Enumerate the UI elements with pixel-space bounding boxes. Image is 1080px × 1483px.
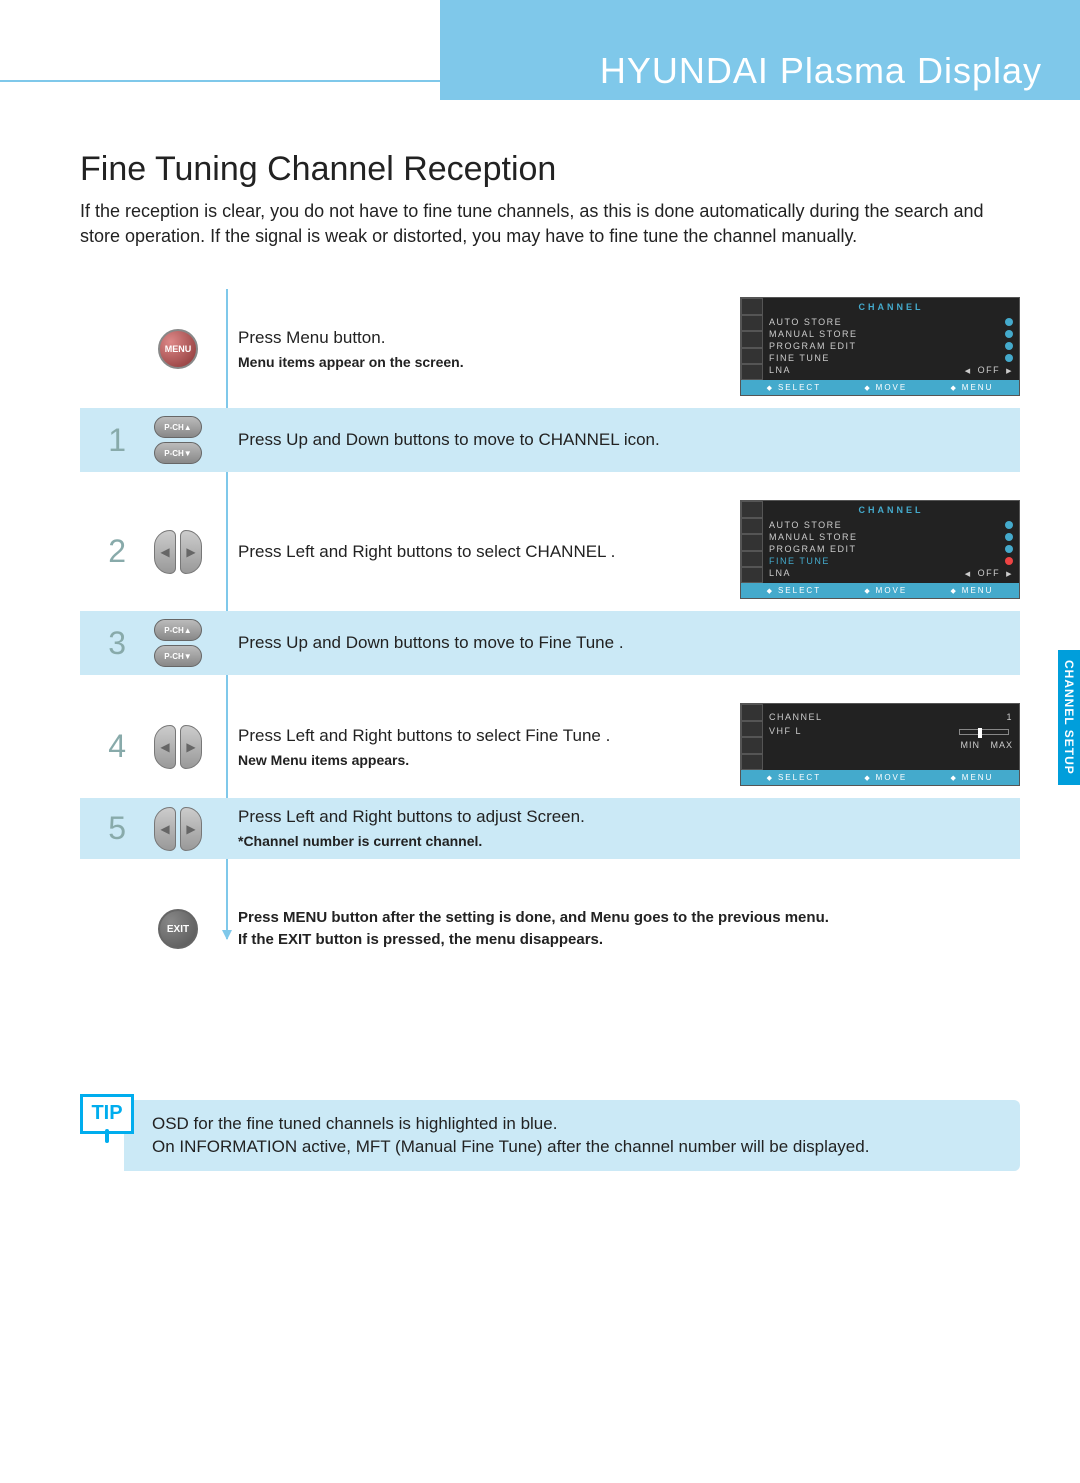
step-5-num: 5 xyxy=(80,810,138,847)
step-1-text: Press Up and Down buttons to move to CHA… xyxy=(218,429,730,451)
updown-buttons-icon: P-CH▲ P-CH▼ xyxy=(154,416,202,464)
step-5: 5 ◀▶ Press Left and Right buttons to adj… xyxy=(80,798,1020,858)
step-2-text: Press Left and Right buttons to select C… xyxy=(218,541,730,563)
leftright-buttons-icon-2: ◀▶ xyxy=(154,725,202,769)
osd3-channel-val: 1 xyxy=(1006,712,1013,722)
step-menu-text: Press Menu button. xyxy=(238,327,730,349)
exit-note-line1: Press MENU button after the setting is d… xyxy=(238,907,1020,930)
osd1-lna: LNA xyxy=(769,365,791,375)
osd3-channel-label: CHANNEL xyxy=(769,712,823,722)
steps-container: MENU Press Menu button. Menu items appea… xyxy=(80,289,1020,959)
header-band: HYUNDAI Plasma Display xyxy=(0,0,1080,100)
osd-panel-3: CHANNEL 1 VHF L MIN MAX SELECT MOVE MENU xyxy=(740,703,1020,786)
step-1-num: 1 xyxy=(80,422,138,459)
intro-paragraph: If the reception is clear, you do not ha… xyxy=(80,199,1020,249)
osd2-footer: SELECT MOVE MENU xyxy=(741,583,1019,598)
osd3-min: MIN xyxy=(960,740,980,750)
osd3-vhf: VHF L xyxy=(769,726,802,736)
step-1: 1 P-CH▲ P-CH▼ Press Up and Down buttons … xyxy=(80,408,1020,472)
step-3: 3 P-CH▲ P-CH▼ Press Up and Down buttons … xyxy=(80,611,1020,675)
osd-panel-2: CHANNEL AUTO STORE MANUAL STORE PROGRAM … xyxy=(740,500,1020,599)
updown-buttons-icon-2: P-CH▲ P-CH▼ xyxy=(154,619,202,667)
menu-button-icon: MENU xyxy=(158,329,198,369)
exit-note-line2: If the EXIT button is pressed, the menu … xyxy=(238,929,1020,952)
exit-note-row: EXIT Press MENU button after the setting… xyxy=(80,899,1020,960)
step-4-text: Press Left and Right buttons to select F… xyxy=(238,725,730,747)
osd-panel-1: CHANNEL AUTO STORE MANUAL STORE PROGRAM … xyxy=(740,297,1020,396)
tip-line2: On INFORMATION active, MFT (Manual Fine … xyxy=(152,1135,1002,1159)
osd3-max: MAX xyxy=(990,740,1013,750)
header-title: HYUNDAI Plasma Display xyxy=(600,50,1042,92)
osd1-auto: AUTO STORE xyxy=(769,317,842,327)
osd3-footer: SELECT MOVE MENU xyxy=(741,770,1019,785)
osd1-footer: SELECT MOVE MENU xyxy=(741,380,1019,395)
exit-button-icon: EXIT xyxy=(158,909,198,949)
leftright-buttons-icon-3: ◀▶ xyxy=(154,807,202,851)
osd1-title: CHANNEL xyxy=(769,298,1013,316)
step-4: 4 ◀▶ Press Left and Right buttons to sel… xyxy=(80,695,1020,798)
leftright-buttons-icon: ◀▶ xyxy=(154,530,202,574)
page-body: Fine Tuning Channel Reception If the rec… xyxy=(0,100,1080,1211)
step-menu: MENU Press Menu button. Menu items appea… xyxy=(80,289,1020,408)
osd2-fine-highlight: FINE TUNE xyxy=(769,556,830,566)
tip-line1: OSD for the fine tuned channels is highl… xyxy=(152,1112,1002,1136)
osd1-fine: FINE TUNE xyxy=(769,353,830,363)
step-4-sub: New Menu items appears. xyxy=(238,751,730,769)
osd3-bar xyxy=(955,726,1013,736)
step-3-text: Press Up and Down buttons to move to Fin… xyxy=(218,632,730,654)
step-menu-sub: Menu items appear on the screen. xyxy=(238,353,730,371)
step-3-num: 3 xyxy=(80,625,138,662)
osd1-manual: MANUAL STORE xyxy=(769,329,858,339)
osd2-title: CHANNEL xyxy=(769,501,1013,519)
osd1-program: PROGRAM EDIT xyxy=(769,341,857,351)
step-5-text: Press Left and Right buttons to adjust S… xyxy=(238,806,730,828)
header-underline xyxy=(0,80,440,82)
step-2-num: 2 xyxy=(80,533,138,570)
tip-box: TIP OSD for the fine tuned channels is h… xyxy=(80,1100,1020,1172)
step-4-num: 4 xyxy=(80,728,138,765)
step-5-sub: *Channel number is current channel. xyxy=(238,832,730,850)
step-2: 2 ◀▶ Press Left and Right buttons to sel… xyxy=(80,492,1020,611)
tip-badge: TIP xyxy=(80,1094,134,1134)
page-title: Fine Tuning Channel Reception xyxy=(80,150,1020,189)
